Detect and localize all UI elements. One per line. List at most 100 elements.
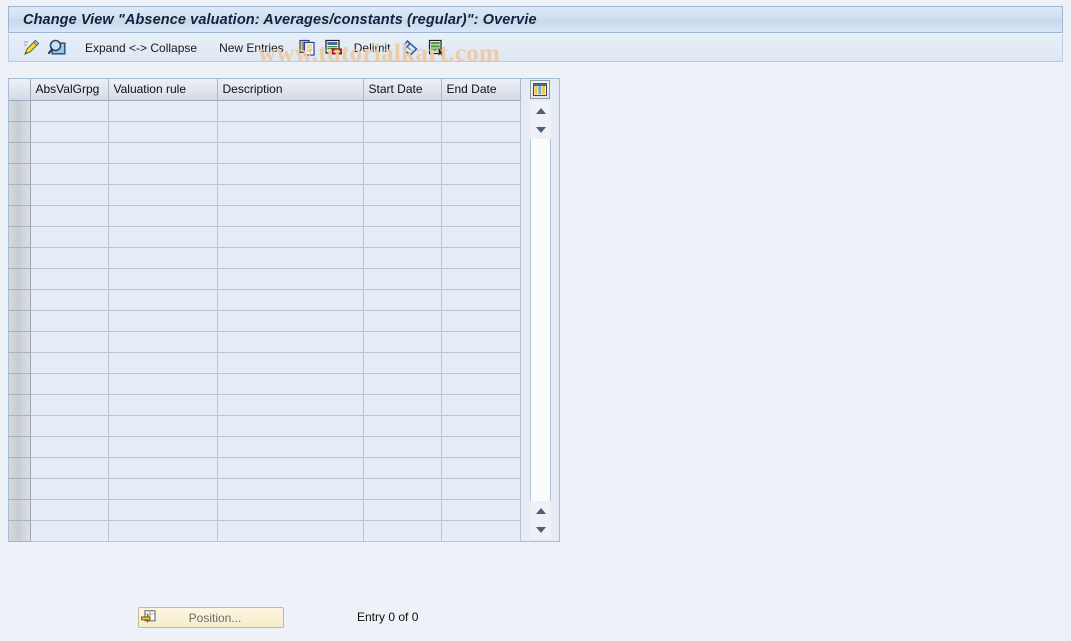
table-row[interactable] — [9, 352, 521, 374]
cell-end_date[interactable] — [441, 184, 521, 206]
table-row[interactable] — [9, 205, 521, 227]
cell-start_date[interactable] — [363, 436, 442, 458]
row-selector-cell[interactable] — [9, 478, 31, 500]
undo-arrow-icon[interactable] — [400, 38, 420, 58]
cell-end_date[interactable] — [441, 268, 521, 290]
row-selector-cell[interactable] — [9, 205, 31, 227]
table-settings-icon[interactable] — [530, 80, 550, 99]
cell-abs_val_grp[interactable] — [30, 436, 109, 458]
cell-description[interactable] — [217, 184, 364, 206]
cell-end_date[interactable] — [441, 436, 521, 458]
scroll-down-icon[interactable] — [530, 120, 551, 139]
vertical-scrollbar-track[interactable] — [530, 101, 551, 539]
cell-description[interactable] — [217, 520, 364, 542]
cell-valuation_rule[interactable] — [108, 289, 218, 311]
cell-end_date[interactable] — [441, 226, 521, 248]
cell-start_date[interactable] — [363, 121, 442, 143]
cell-abs_val_grp[interactable] — [30, 373, 109, 395]
cell-abs_val_grp[interactable] — [30, 415, 109, 437]
cell-abs_val_grp[interactable] — [30, 520, 109, 542]
cell-end_date[interactable] — [441, 478, 521, 500]
row-selector-cell[interactable] — [9, 331, 31, 353]
cell-valuation_rule[interactable] — [108, 499, 218, 521]
table-row[interactable] — [9, 436, 521, 458]
cell-end_date[interactable] — [441, 205, 521, 227]
cell-end_date[interactable] — [441, 331, 521, 353]
row-selector-cell[interactable] — [9, 142, 31, 164]
row-selector-cell[interactable] — [9, 121, 31, 143]
cell-end_date[interactable] — [441, 142, 521, 164]
table-select-icon[interactable] — [426, 38, 446, 58]
cell-abs_val_grp[interactable] — [30, 352, 109, 374]
row-selector-cell[interactable] — [9, 289, 31, 311]
cell-start_date[interactable] — [363, 499, 442, 521]
cell-end_date[interactable] — [441, 163, 521, 185]
table-row[interactable] — [9, 163, 521, 185]
table-row[interactable] — [9, 247, 521, 269]
cell-description[interactable] — [217, 247, 364, 269]
cell-abs_val_grp[interactable] — [30, 142, 109, 164]
row-selector-cell[interactable] — [9, 352, 31, 374]
cell-start_date[interactable] — [363, 205, 442, 227]
cell-valuation_rule[interactable] — [108, 331, 218, 353]
table-row[interactable] — [9, 226, 521, 248]
row-selector-cell[interactable] — [9, 310, 31, 332]
cell-valuation_rule[interactable] — [108, 100, 218, 122]
cell-start_date[interactable] — [363, 394, 442, 416]
cell-abs_val_grp[interactable] — [30, 268, 109, 290]
magnifier-display-icon[interactable] — [47, 38, 67, 58]
table-row[interactable] — [9, 394, 521, 416]
delete-row-icon[interactable] — [324, 38, 344, 58]
cell-description[interactable] — [217, 163, 364, 185]
delimit-button[interactable]: Delimit — [350, 37, 395, 59]
cell-end_date[interactable] — [441, 352, 521, 374]
cell-start_date[interactable] — [363, 163, 442, 185]
cell-description[interactable] — [217, 478, 364, 500]
row-selector-cell[interactable] — [9, 520, 31, 542]
table-row[interactable] — [9, 100, 521, 122]
cell-description[interactable] — [217, 100, 364, 122]
cell-start_date[interactable] — [363, 184, 442, 206]
cell-description[interactable] — [217, 121, 364, 143]
table-row[interactable] — [9, 289, 521, 311]
cell-abs_val_grp[interactable] — [30, 100, 109, 122]
column-header-start-date[interactable]: Start Date — [363, 79, 442, 101]
cell-description[interactable] — [217, 352, 364, 374]
table-row[interactable] — [9, 310, 521, 332]
cell-abs_val_grp[interactable] — [30, 331, 109, 353]
table-row[interactable] — [9, 499, 521, 521]
cell-valuation_rule[interactable] — [108, 142, 218, 164]
row-selector-cell[interactable] — [9, 436, 31, 458]
table-row[interactable] — [9, 184, 521, 206]
copy-icon[interactable] — [298, 38, 318, 58]
row-selector-cell[interactable] — [9, 100, 31, 122]
row-selector-cell[interactable] — [9, 226, 31, 248]
cell-start_date[interactable] — [363, 226, 442, 248]
cell-end_date[interactable] — [441, 457, 521, 479]
cell-end_date[interactable] — [441, 310, 521, 332]
cell-end_date[interactable] — [441, 373, 521, 395]
column-header-valuation-rule[interactable]: Valuation rule — [108, 79, 218, 101]
cell-end_date[interactable] — [441, 499, 521, 521]
cell-description[interactable] — [217, 415, 364, 437]
position-button[interactable]: Position... — [138, 607, 284, 628]
cell-description[interactable] — [217, 268, 364, 290]
cell-abs_val_grp[interactable] — [30, 457, 109, 479]
table-row[interactable] — [9, 331, 521, 353]
row-selector-cell[interactable] — [9, 184, 31, 206]
cell-valuation_rule[interactable] — [108, 478, 218, 500]
table-row[interactable] — [9, 268, 521, 290]
row-selector-cell[interactable] — [9, 457, 31, 479]
cell-valuation_rule[interactable] — [108, 310, 218, 332]
cell-abs_val_grp[interactable] — [30, 247, 109, 269]
row-selector-cell[interactable] — [9, 499, 31, 521]
expand-collapse-button[interactable]: Expand <-> Collapse — [81, 37, 201, 59]
row-selector-cell[interactable] — [9, 247, 31, 269]
pencil-display-change-icon[interactable] — [21, 38, 41, 58]
cell-description[interactable] — [217, 436, 364, 458]
cell-valuation_rule[interactable] — [108, 184, 218, 206]
column-header-abs-val-grp[interactable]: AbsValGrpg — [30, 79, 109, 101]
cell-description[interactable] — [217, 289, 364, 311]
table-row[interactable] — [9, 457, 521, 479]
cell-valuation_rule[interactable] — [108, 247, 218, 269]
